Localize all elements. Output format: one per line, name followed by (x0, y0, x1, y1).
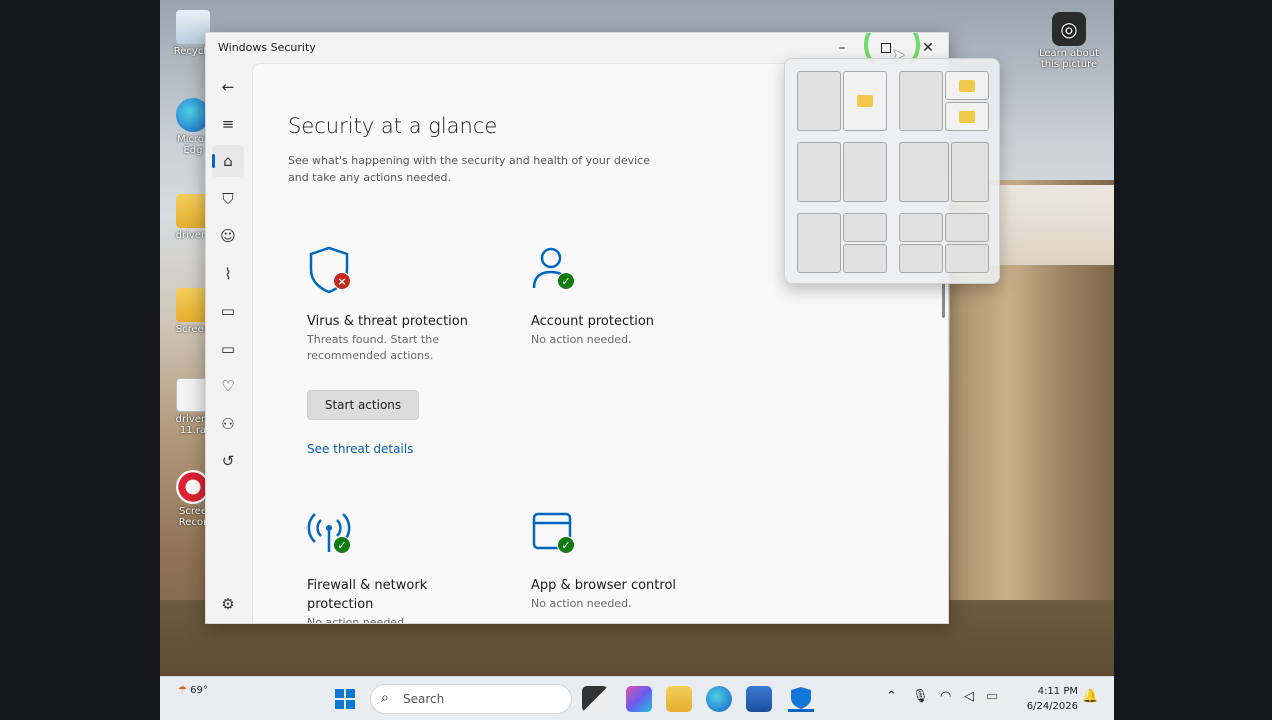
wifi-icon[interactable]: ◠ (940, 689, 951, 704)
history-icon: ↺ (221, 452, 235, 470)
system-clock[interactable]: 4:11 PM 6/24/2026 (1014, 684, 1078, 714)
account-person-icon: ✓ (531, 246, 583, 298)
window-title: Windows Security (218, 41, 316, 54)
edge-icon[interactable] (706, 686, 732, 712)
windows-security-taskbar-icon[interactable] (788, 686, 814, 712)
menu-button[interactable]: ≡ (212, 108, 244, 140)
snap-zone-grid-1[interactable] (899, 213, 943, 242)
nav-protection-history[interactable]: ↺ (212, 445, 244, 477)
shield-icon (791, 687, 811, 709)
nav-app-browser[interactable]: ▭ (212, 295, 244, 327)
virus-shield-icon: × (307, 246, 359, 298)
back-button[interactable]: ← (212, 71, 244, 103)
card-description: No action needed. (531, 333, 632, 346)
windows-logo-icon (335, 689, 355, 709)
snap-layouts-flyout (784, 58, 1000, 284)
search-placeholder: Search (403, 692, 445, 706)
weather-widget[interactable]: ☂ 69° (178, 685, 208, 696)
browser-window-icon: ▭ (220, 302, 236, 320)
copilot-icon[interactable] (626, 686, 652, 712)
nav-virus-threat[interactable]: ⛉ (212, 183, 244, 215)
clock-time: 4:11 PM (1037, 686, 1078, 697)
weather-icon: ☂ (178, 685, 187, 696)
chevron-up-icon[interactable]: ⌃ (886, 689, 897, 704)
snap-zone-bottom-quarter[interactable] (843, 244, 887, 273)
shield-icon: ⛉ (222, 190, 234, 208)
check-badge-icon: ✓ (557, 272, 575, 290)
notification-bell-icon[interactable]: 🔔 (1082, 689, 1098, 704)
alert-badge-icon: × (333, 272, 351, 290)
page-title: Security at a glance (288, 114, 498, 138)
page-subtitle: See what's happening with the security a… (288, 154, 650, 184)
laptop-icon: ▭ (220, 340, 236, 358)
nav-settings[interactable]: ⚙ (212, 588, 244, 620)
taskbar-search[interactable]: ⌕ Search (370, 684, 572, 714)
snap-zone-thirds-2[interactable] (843, 142, 887, 202)
snap-zone-grid-2[interactable] (945, 213, 989, 242)
wallpaper-town (990, 185, 1114, 265)
see-threat-details-link[interactable]: See threat details (307, 442, 507, 456)
nav-account[interactable]: ☺ (212, 220, 244, 252)
start-button[interactable] (332, 686, 358, 712)
card-firewall-network[interactable]: ✓ Firewall & network protection No actio… (307, 510, 507, 624)
nav-device-security[interactable]: ▭ (212, 333, 244, 365)
desktop-icon-label: Learn about this picture (1039, 48, 1099, 70)
desktop-icon-learn-about-picture[interactable]: ◎ Learn about this picture (1036, 12, 1102, 70)
snap-zone-thirds-1[interactable] (797, 142, 841, 202)
nav-firewall[interactable]: ⌇ (212, 258, 244, 290)
gear-icon: ⚙ (221, 595, 235, 613)
antenna-icon: ⌇ (224, 265, 232, 283)
microphone-icon[interactable]: 🎙 (912, 689, 929, 704)
taskbar: ☂ 69° ⌕ Search ⌃ 🎙 ◠ ◁ ▭ 4:11 PM 6/24/20… (160, 676, 1114, 720)
snap-zone-wide-left[interactable] (899, 142, 949, 202)
file-explorer-icon[interactable] (666, 686, 692, 712)
folder-icon (959, 79, 975, 92)
nav-device-health[interactable]: ♡ (212, 370, 244, 402)
volume-icon[interactable]: ◁ (964, 689, 974, 704)
side-navigation: ← ≡ ⌂ ⛉ ☺ ⌇ ▭ ▭ ♡ ⚇ ↺ ⚙ (206, 63, 250, 623)
snap-zone-grid-3[interactable] (899, 244, 943, 273)
battery-icon[interactable]: ▭ (986, 689, 998, 704)
card-description: Threats found. Start the recommended act… (307, 333, 439, 362)
snap-zone-top-right[interactable] (945, 71, 989, 100)
store-icon[interactable] (746, 686, 772, 712)
check-badge-icon: ✓ (557, 536, 575, 554)
desktop-icon-label: Scree Recor (178, 506, 208, 528)
person-icon: ☺ (220, 227, 236, 245)
snap-zone-left-column[interactable] (797, 213, 841, 273)
firewall-antenna-icon: ✓ (307, 510, 359, 562)
check-badge-icon: ✓ (333, 536, 351, 554)
weather-temperature: 69° (190, 685, 208, 696)
family-icon: ⚇ (221, 415, 235, 433)
card-app-browser-control[interactable]: ✓ App & browser control No action needed… (531, 510, 731, 612)
nav-family-options[interactable]: ⚇ (212, 408, 244, 440)
clock-date: 6/24/2026 (1026, 701, 1078, 712)
card-title: Virus & threat protection (307, 314, 468, 329)
folder-icon (959, 110, 975, 123)
snap-zone-twothirds-left[interactable] (899, 71, 943, 131)
task-view-icon[interactable] (582, 686, 608, 712)
card-account-protection[interactable]: ✓ Account protection No action needed. (531, 246, 731, 348)
camera-icon: ◎ (1052, 12, 1086, 46)
card-title: Account protection (531, 314, 655, 329)
app-browser-icon: ✓ (531, 510, 583, 562)
search-icon: ⌕ (381, 690, 389, 706)
card-title: App & browser control (531, 578, 677, 593)
snap-zone-half-left[interactable] (797, 71, 841, 131)
start-actions-button[interactable]: Start actions (307, 390, 419, 420)
snap-zone-top-quarter[interactable] (843, 213, 887, 242)
heart-icon: ♡ (221, 377, 235, 395)
nav-home[interactable]: ⌂ (212, 145, 244, 177)
card-title: Firewall & network protection (307, 578, 428, 612)
folder-icon (857, 95, 873, 107)
scrollbar-thumb[interactable] (942, 278, 945, 318)
snap-zone-half-right[interactable] (843, 71, 887, 131)
card-description: No action needed. (531, 597, 632, 610)
card-virus-threat[interactable]: × Virus & threat protection Threats foun… (307, 246, 507, 456)
snap-zone-bottom-right[interactable] (945, 102, 989, 131)
snap-zone-grid-4[interactable] (945, 244, 989, 273)
snap-zone-narrow-right[interactable] (951, 142, 989, 202)
card-description: No action needed. (307, 616, 408, 624)
home-icon: ⌂ (223, 152, 233, 170)
